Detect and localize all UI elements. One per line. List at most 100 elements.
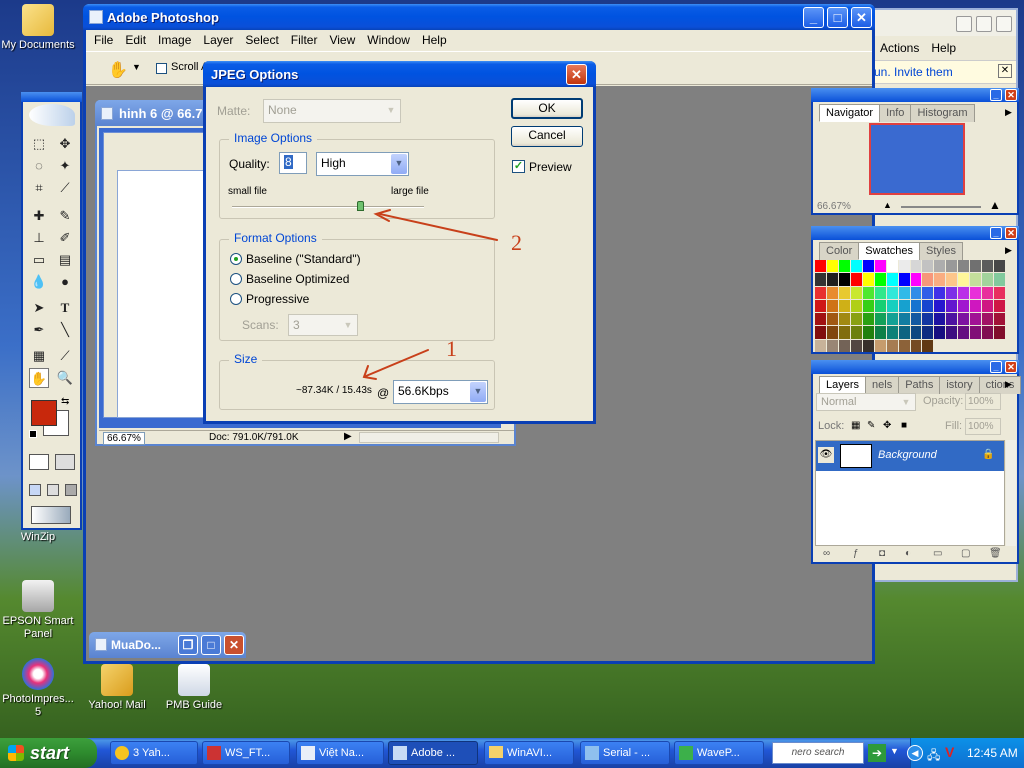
tab-paths[interactable]: Paths <box>898 376 941 394</box>
swatch[interactable] <box>886 299 898 313</box>
taskbar-item-viet-nam[interactable]: Việt Na... <box>296 741 384 765</box>
layer-style-icon[interactable]: ƒ <box>853 548 859 559</box>
nero-search-box[interactable]: nero search <box>772 742 864 764</box>
swatch[interactable] <box>994 313 1005 326</box>
swatch[interactable] <box>922 313 934 326</box>
swatch[interactable] <box>838 273 850 286</box>
swatch[interactable] <box>850 326 862 339</box>
tab-layers[interactable]: Layers <box>819 376 867 394</box>
navigator-zoom-slider[interactable] <box>901 206 981 208</box>
lock-image-icon[interactable]: ✎ <box>867 420 875 431</box>
swatch[interactable] <box>994 273 1005 286</box>
network-icon[interactable]: 🖧 <box>927 746 940 767</box>
tab-actions[interactable]: ctions <box>978 376 1022 394</box>
swatch[interactable] <box>910 273 922 286</box>
swatch[interactable] <box>826 286 838 299</box>
swatch[interactable] <box>946 299 958 313</box>
panel-menu-icon[interactable]: ▶ <box>1005 379 1012 390</box>
swatch[interactable] <box>826 260 838 273</box>
swatch[interactable] <box>886 260 898 273</box>
swatch[interactable] <box>898 313 910 326</box>
swatch[interactable] <box>898 273 910 286</box>
taskbar-item-winavi[interactable]: WinAVI... <box>484 741 574 765</box>
fill-field[interactable]: 100% <box>965 418 1001 435</box>
swatch[interactable] <box>874 326 886 339</box>
swatch[interactable] <box>874 260 886 273</box>
taskbar-item-wavepad[interactable]: WaveP... <box>674 741 764 765</box>
swatch[interactable] <box>958 286 970 299</box>
swatch[interactable] <box>886 326 898 339</box>
taskbar-item-yahoo[interactable]: 3 Yah... <box>110 741 198 765</box>
swatch[interactable] <box>994 299 1005 313</box>
swatch[interactable] <box>982 313 994 326</box>
minimize-icon[interactable]: _ <box>990 89 1002 101</box>
swatch[interactable] <box>898 260 910 273</box>
swatch[interactable] <box>970 299 982 313</box>
swatch[interactable] <box>898 299 910 313</box>
eye-icon[interactable]: 👁 <box>818 447 834 463</box>
swatch[interactable] <box>886 286 898 299</box>
swatch[interactable] <box>910 326 922 339</box>
swatch[interactable] <box>934 273 946 286</box>
swatch[interactable] <box>994 326 1005 339</box>
swatch[interactable] <box>815 299 826 313</box>
swatch[interactable] <box>826 273 838 286</box>
swatch[interactable] <box>838 286 850 299</box>
close-icon[interactable]: ✕ <box>1005 361 1017 373</box>
search-dropdown-icon[interactable]: ▼ <box>890 746 899 756</box>
swatch[interactable] <box>910 339 922 352</box>
swatch[interactable] <box>850 299 862 313</box>
swatch[interactable] <box>982 299 994 313</box>
swatch[interactable] <box>958 313 970 326</box>
zoom-out-icon[interactable]: ▲ <box>883 200 892 210</box>
swatch[interactable] <box>886 273 898 286</box>
swatch[interactable] <box>815 286 826 299</box>
swatch[interactable] <box>958 273 970 286</box>
swatch[interactable] <box>886 339 898 352</box>
minimize-icon[interactable]: _ <box>990 227 1002 239</box>
swatch[interactable] <box>874 339 886 352</box>
swatch[interactable] <box>958 260 970 273</box>
tab-history[interactable]: istory <box>939 376 980 394</box>
swatch[interactable] <box>970 286 982 299</box>
close-icon[interactable]: ✕ <box>1005 227 1017 239</box>
add-mask-icon[interactable]: ◘ <box>879 548 885 559</box>
swatch[interactable] <box>958 299 970 313</box>
swatch[interactable] <box>826 339 838 352</box>
swatch[interactable] <box>946 286 958 299</box>
swatch[interactable] <box>982 273 994 286</box>
swatch[interactable] <box>898 339 910 352</box>
lock-transparency-icon[interactable]: ▦ <box>851 420 860 431</box>
swatch[interactable] <box>850 339 862 352</box>
swatch[interactable] <box>815 273 826 286</box>
clock[interactable]: 12:45 AM <box>967 746 1018 760</box>
swatch[interactable] <box>922 286 934 299</box>
link-icon[interactable]: ∞ <box>823 548 830 559</box>
swatch[interactable] <box>946 260 958 273</box>
swatch[interactable] <box>898 326 910 339</box>
panel-titlebar[interactable]: _ ✕ <box>811 360 1019 374</box>
show-hidden-icons-button[interactable]: ◀ <box>907 745 923 761</box>
tab-info[interactable]: Info <box>879 104 912 122</box>
swatch[interactable] <box>838 260 850 273</box>
opacity-field[interactable]: 100% <box>965 393 1001 410</box>
swatch[interactable] <box>922 326 934 339</box>
swatch[interactable] <box>850 313 862 326</box>
panel-menu-icon[interactable]: ▶ <box>1005 245 1012 256</box>
swatch[interactable] <box>815 313 826 326</box>
swatch[interactable] <box>994 260 1005 273</box>
swatch[interactable] <box>862 339 874 352</box>
swatch[interactable] <box>815 260 826 273</box>
swatch[interactable] <box>862 299 874 313</box>
panel-menu-icon[interactable]: ▶ <box>1005 107 1012 118</box>
swatch[interactable] <box>970 313 982 326</box>
swatch[interactable] <box>934 326 946 339</box>
taskbar-item-serial[interactable]: Serial - ... <box>580 741 670 765</box>
adjustment-layer-icon[interactable]: ◐ <box>905 548 911 559</box>
swatch[interactable] <box>994 286 1005 299</box>
swatch[interactable] <box>922 339 934 352</box>
swatch[interactable] <box>826 299 838 313</box>
taskbar-item-adobe[interactable]: Adobe ... <box>388 741 478 765</box>
antivirus-icon[interactable]: V <box>945 744 954 760</box>
swatch[interactable] <box>850 273 862 286</box>
